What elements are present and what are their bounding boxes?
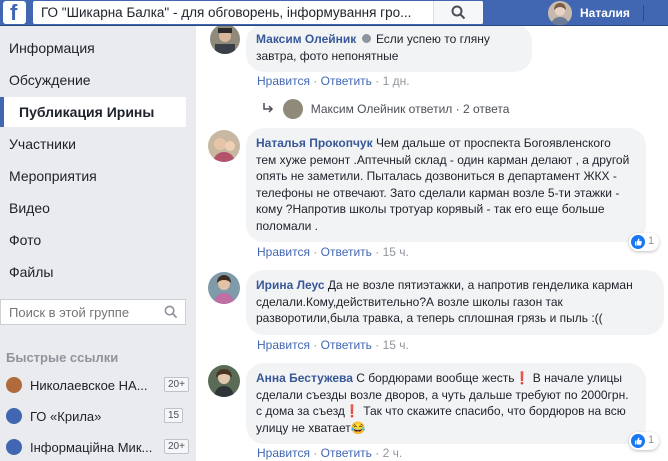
comment-bubble: Ирина Леус Да не возле пятиэтажки, а нап… [246,270,664,335]
reply-link[interactable]: Ответить [321,338,372,352]
sidebar-item-post[interactable]: Публикация Ирины [0,97,186,127]
comment-actions: Нравится · Ответить · 2 ч. [257,446,402,460]
search-icon[interactable] [164,305,178,319]
group-icon [6,408,22,424]
avatar[interactable] [208,365,240,397]
group-search-input[interactable] [9,305,149,320]
separator: · [313,338,318,352]
quick-links-title: Быстрые ссылки [6,350,119,365]
comment-actions: Нравится · Ответить · 15 ч. [257,338,409,352]
quick-link[interactable]: Николаевское НА... 20+ [6,375,189,395]
like-link[interactable]: Нравится [257,446,310,460]
timestamp[interactable]: 15 ч. [383,338,409,352]
avatar[interactable] [208,130,240,162]
comments-feed: Максим Олейник Если успею то гляну завтр… [196,26,668,461]
count-badge: 20+ [164,377,189,392]
quick-link-label[interactable]: ГО «Крила» [30,409,158,424]
divider [643,5,644,21]
reply-arrow-icon [263,103,274,113]
timestamp[interactable]: 15 ч. [383,245,409,259]
avatar[interactable] [210,26,240,54]
comment-text: Чем дальше от проспекта Богоявленского т… [256,136,630,233]
separator: · [375,338,380,352]
comment-author[interactable]: Наталья Прокопчук [256,136,373,150]
separator: · [375,245,380,259]
comment-author[interactable]: Максим Олейник [256,32,356,46]
separator: · [313,74,318,88]
replies-link[interactable]: Максим Олейник ответил · 2 ответа [262,99,509,119]
search-button[interactable] [433,1,483,24]
sidebar-item-events[interactable]: Мероприятия [0,161,186,191]
reply-author[interactable]: Максим Олейник ответил [311,102,453,116]
reply-avatar [283,99,304,119]
user-avatar[interactable] [548,1,572,25]
separator: · [375,74,380,88]
separator: · [313,446,318,460]
verified-badge-icon [361,34,371,43]
group-search[interactable] [0,299,186,325]
reply-link[interactable]: Ответить [321,74,372,88]
sidebar-item-discussion[interactable]: Обсуждение [0,65,186,95]
sidebar-item-videos[interactable]: Видео [0,193,186,223]
comment-bubble: Анна Бестужева С бордюрами вообще жесть❗… [246,363,646,444]
count-badge: 15 [164,408,184,423]
sidebar-item-info[interactable]: Информация [0,33,186,63]
reply-count[interactable]: 2 ответа [463,102,509,116]
avatar[interactable] [208,272,240,304]
reply-link[interactable]: Ответить [321,446,372,460]
like-link[interactable]: Нравится [257,338,310,352]
facebook-logo-icon[interactable]: f [3,0,26,25]
search-input[interactable]: ГО "Шикарна Балка" - для обговорень, інф… [41,5,436,20]
quick-link-label[interactable]: Николаевское НА... [30,378,158,393]
sidebar-item-files[interactable]: Файлы [0,257,186,287]
left-sidebar: Информация Обсуждение Публикация Ирины У… [0,26,196,461]
group-icon [6,377,22,393]
reaction-count[interactable]: 1 [629,233,659,251]
comment-actions: Нравится · Ответить · 15 ч. [257,245,409,259]
separator: · [455,102,460,116]
user-name[interactable]: Наталия [580,6,630,20]
comment-author[interactable]: Ирина Леус [256,278,325,292]
group-icon [6,439,22,455]
top-bar: f ГО "Шикарна Балка" - для обговорень, і… [0,0,668,26]
quick-link[interactable]: Інформаційна Мик... 20+ [6,437,189,457]
reaction-number: 1 [648,434,655,446]
search-box[interactable]: ГО "Шикарна Балка" - для обговорень, інф… [33,1,483,24]
comment-bubble: Наталья Прокопчук Чем дальше от проспект… [246,128,646,242]
reaction-count[interactable]: 1 [629,432,659,450]
like-link[interactable]: Нравится [257,245,310,259]
reaction-number: 1 [648,235,655,247]
reply-link[interactable]: Ответить [321,245,372,259]
comment-bubble: Максим Олейник Если успею то гляну завтр… [246,26,532,72]
like-link[interactable]: Нравится [257,74,310,88]
sidebar-item-members[interactable]: Участники [0,129,186,159]
count-badge: 20+ [164,439,189,454]
timestamp[interactable]: 2 ч. [383,446,403,460]
separator: · [313,245,318,259]
like-reaction-icon [631,434,645,448]
comment-actions: Нравится · Ответить · 1 дн. [257,74,410,88]
sidebar-item-photos[interactable]: Фото [0,225,186,255]
quick-link[interactable]: ГО «Крила» 15 [6,406,186,426]
like-reaction-icon [631,235,645,249]
separator: · [375,446,380,460]
comment-author[interactable]: Анна Бестужева [256,371,353,385]
quick-link-label[interactable]: Інформаційна Мик... [30,440,158,455]
timestamp[interactable]: 1 дн. [383,74,410,88]
search-icon [451,5,466,20]
